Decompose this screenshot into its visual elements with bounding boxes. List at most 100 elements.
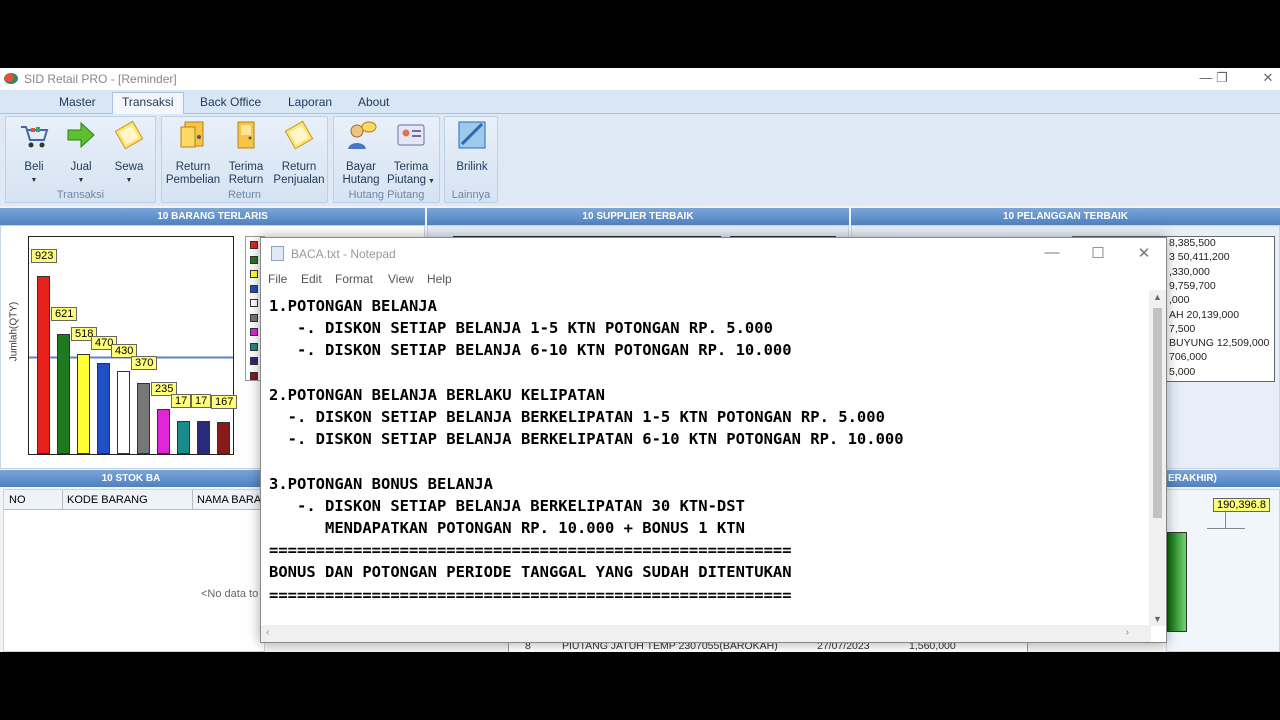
col-no[interactable]: NO	[9, 494, 26, 506]
legend-swatch	[250, 313, 258, 322]
chart-bar	[197, 421, 210, 454]
menu-edit[interactable]: Edit	[301, 272, 322, 286]
customer-entry: ,330,000	[1169, 265, 1210, 278]
scroll-right-icon[interactable]: ›	[1126, 627, 1129, 638]
last-sales-bar	[1167, 532, 1187, 632]
error-bar-cap	[1207, 528, 1245, 529]
chart-bar-label: 167	[211, 395, 238, 409]
scroll-left-icon[interactable]: ‹	[266, 627, 269, 638]
customer-entry: ,000	[1169, 294, 1190, 307]
dropdown-arrow-icon: ▼	[426, 178, 435, 185]
legend-swatch	[250, 357, 258, 365]
group-label-lainnya: Lainnya	[451, 189, 491, 201]
group-return: Return Pembelian Terima Return Return Penju…	[161, 116, 328, 203]
stock-table-header: NO KODE BARANG NAMA BARA	[4, 490, 266, 510]
legend-swatch	[250, 342, 258, 351]
panel-header-top-items: 10 BARANG TERLARIS	[0, 208, 425, 225]
cart-icon	[21, 126, 49, 148]
brilink-icon	[458, 121, 486, 149]
horizontal-scrollbar[interactable]: ‹ ›	[261, 625, 1151, 642]
person-chat-icon	[348, 121, 377, 149]
terima-piutang-button[interactable]: Terima Piutang ▼	[386, 119, 436, 188]
tab-about[interactable]: About	[349, 93, 398, 111]
arrow-right-icon	[67, 121, 95, 149]
return-penjualan-button[interactable]: Return Penjualan	[270, 119, 328, 187]
menu-format[interactable]: Format	[335, 272, 373, 286]
customer-entry: 3 50,411,200	[1169, 251, 1230, 264]
menu-file[interactable]: File	[268, 272, 287, 286]
stock-table: NO KODE BARANG NAMA BARA <No data to	[3, 489, 266, 652]
terima-return-label: Terima Return	[228, 161, 264, 186]
tab-back-office[interactable]: Back Office	[191, 93, 270, 111]
legend-swatch	[250, 328, 258, 336]
restore-icon[interactable]: ❐	[1212, 70, 1232, 86]
top-items-chart: 923 621 518 470 430 370 235 17 17 167	[28, 236, 238, 455]
col-nama-barang[interactable]: NAMA BARA	[192, 490, 265, 510]
customer-entry: 706,000	[1169, 351, 1207, 364]
legend-swatch	[250, 299, 258, 307]
error-bar	[1225, 512, 1226, 528]
legend-swatch	[250, 241, 258, 249]
panel-header-top-customers: 10 PELANGGAN TERBAIK	[851, 208, 1280, 225]
customer-entry: 9,759,700	[1169, 279, 1216, 292]
brilink-button[interactable]: Brilink	[450, 119, 494, 174]
chart-bar-label: 17	[191, 394, 212, 408]
group-transaksi: Beli ▼ Jual ▼ Sewa ▼ Transaksi	[5, 116, 156, 203]
notepad-text-area[interactable]: 1.POTONGAN BELANJA -. DISKON SETIAP BELA…	[261, 290, 1151, 625]
vertical-scrollbar[interactable]: ▲ ▼	[1149, 290, 1166, 626]
tab-transaksi[interactable]: Transaksi	[112, 92, 184, 115]
chart-bar-label: 621	[51, 307, 78, 321]
beli-button[interactable]: Beli ▼	[14, 119, 54, 187]
close-icon[interactable]: ✕	[1258, 70, 1278, 86]
last-sales-panel: 190,396.8	[1166, 489, 1280, 652]
return-pembelian-button[interactable]: Return Pembelian	[164, 119, 222, 187]
notepad-minimize-icon[interactable]: —	[1037, 244, 1067, 261]
group-lainnya: Brilink Lainnya	[444, 116, 498, 203]
legend-swatch	[250, 371, 258, 380]
legend-swatch	[250, 255, 258, 264]
menu-help[interactable]: Help	[427, 272, 452, 286]
notepad-window[interactable]: BACA.txt - Notepad — ☐ ✕ File Edit Forma…	[260, 237, 1167, 643]
tab-laporan[interactable]: Laporan	[279, 93, 341, 111]
scroll-thumb[interactable]	[1153, 308, 1162, 518]
chart-bar	[157, 409, 170, 454]
menu-view[interactable]: View	[388, 272, 414, 286]
chart-bar	[117, 371, 130, 454]
notepad-close-icon[interactable]: ✕	[1129, 244, 1159, 262]
chart-bar	[137, 383, 150, 454]
beli-label: Beli	[24, 161, 44, 173]
last-sales-value-label: 190,396.8	[1213, 498, 1270, 512]
door-icon	[237, 121, 255, 149]
scroll-down-icon[interactable]: ▼	[1153, 614, 1162, 624]
app-logo-icon	[4, 73, 18, 84]
ribbon: Beli ▼ Jual ▼ Sewa ▼ Transaksi Return Pembel…	[0, 114, 1280, 206]
panel-header-last-sales: ERAKHIR)	[1166, 470, 1280, 487]
panel-header-top-suppliers: 10 SUPPLIER TERBAIK	[427, 208, 849, 225]
chart-bar	[37, 276, 50, 454]
sewa-button[interactable]: Sewa ▼	[109, 119, 149, 187]
group-label-return: Return	[227, 189, 262, 201]
jual-label: Jual	[70, 161, 92, 173]
bayar-hutang-button[interactable]: Bayar Hutang	[338, 119, 384, 187]
legend-swatch	[250, 284, 258, 293]
chart-bar	[177, 421, 190, 454]
tab-master[interactable]: Master	[50, 93, 105, 111]
id-card-icon	[397, 124, 425, 146]
chart-bar	[217, 422, 230, 454]
customer-entry: AH 20,139,000	[1169, 308, 1240, 321]
sewa-label: Sewa	[114, 161, 144, 173]
notepad-maximize-icon[interactable]: ☐	[1083, 244, 1113, 262]
terima-piutang-label: Terima Piutang ▼	[386, 161, 436, 188]
group-label-hutang-piutang: Hutang Piutang	[348, 189, 425, 201]
chart-bar	[97, 363, 110, 454]
brilink-label: Brilink	[456, 161, 488, 173]
notepad-icon	[271, 246, 284, 261]
jual-button[interactable]: Jual ▼	[61, 119, 101, 187]
scroll-up-icon[interactable]: ▲	[1153, 292, 1162, 302]
group-hutang-piutang: Bayar Hutang Terima Piutang ▼ Hutang Piut…	[333, 116, 440, 203]
no-data-text: <No data to	[201, 588, 259, 600]
customer-entry: BUYUNG 12,509,000	[1169, 337, 1270, 350]
col-kode-barang[interactable]: KODE BARANG	[62, 490, 152, 510]
chart-ylabel: Jumlah(QTY)	[8, 301, 20, 362]
terima-return-button[interactable]: Terima Return	[222, 119, 270, 187]
